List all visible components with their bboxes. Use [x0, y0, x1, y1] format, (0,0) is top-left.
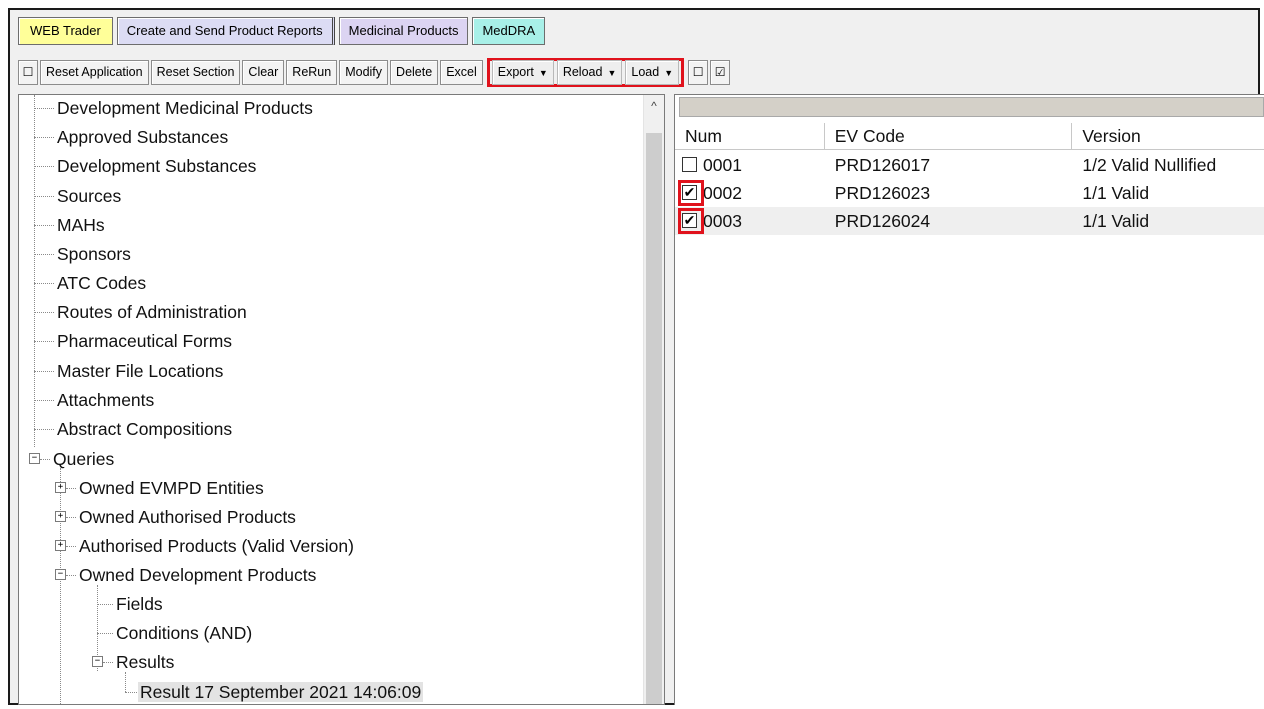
modify-button[interactable]: Modify: [339, 59, 389, 85]
tab-web-trader[interactable]: WEB Trader: [18, 17, 113, 45]
tree-item-owned-evmpd-entities[interactable]: Owned EVMPD Entities: [77, 477, 266, 499]
table-row[interactable]: ✔ 0002 PRD126023 1/1 Valid: [675, 179, 1264, 207]
collapse-icon[interactable]: −: [29, 453, 40, 464]
rerun-button[interactable]: ReRun: [286, 59, 338, 85]
grid-header-row: Num EV Code Version: [675, 123, 1264, 150]
tree-item-pharmaceutical-forms[interactable]: Pharmaceutical Forms: [55, 330, 234, 352]
tree-item-sources[interactable]: Sources: [55, 185, 123, 207]
load-dropdown[interactable]: Load ▼: [625, 59, 680, 85]
export-dropdown[interactable]: Export ▼: [491, 59, 554, 85]
expand-icon[interactable]: +: [55, 482, 66, 493]
tree-item-result-selected[interactable]: Result 17 September 2021 14:06:09: [138, 681, 424, 703]
chevron-down-icon: ▼: [664, 67, 674, 78]
tab-medicinal-products[interactable]: Medicinal Products: [338, 17, 469, 45]
collapse-icon[interactable]: −: [55, 569, 66, 580]
tree-item-development-substances[interactable]: Development Substances: [55, 155, 258, 177]
tree-item-development-medicinal-products[interactable]: Development Medicinal Products: [55, 97, 315, 119]
column-header-num[interactable]: Num: [675, 123, 825, 149]
navigation-tree: Development Medicinal Products Approved …: [18, 94, 665, 705]
tree-connector: [34, 95, 35, 447]
uncheck-all-button[interactable]: ☐: [688, 59, 709, 85]
tree-item-conditions-and[interactable]: Conditions (AND): [114, 622, 254, 644]
num-cell: 0001: [675, 151, 825, 179]
ev-code-cell: PRD126024: [834, 211, 931, 231]
row-checkbox[interactable]: ✔: [682, 185, 697, 200]
results-grid: Num EV Code Version 0001 PRD126017 1/2 V…: [674, 94, 1264, 705]
delete-button[interactable]: Delete: [390, 59, 439, 85]
num-value: 0003: [703, 211, 742, 231]
tree-item-atc-codes[interactable]: ATC Codes: [55, 272, 148, 294]
toggle-panel-button[interactable]: ☐: [18, 59, 38, 85]
expand-icon[interactable]: +: [55, 540, 66, 551]
tree-connector: [125, 672, 126, 692]
highlighted-menu-group: Export ▼ Reload ▼ Load ▼: [486, 57, 685, 87]
table-row[interactable]: ✔ 0003 PRD126024 1/1 Valid: [675, 207, 1264, 235]
num-cell: ✔ 0003: [675, 207, 825, 235]
version-cell: 1/1 Valid: [1082, 211, 1150, 231]
scroll-up-icon[interactable]: ^: [644, 99, 664, 113]
chevron-down-icon: ▼: [538, 67, 548, 78]
collapse-icon[interactable]: −: [92, 656, 103, 667]
reload-dropdown[interactable]: Reload ▼: [556, 59, 623, 85]
tree-item-attachments[interactable]: Attachments: [55, 389, 156, 411]
column-header-ev-code[interactable]: EV Code: [825, 123, 1073, 149]
tree-item-master-file-locations[interactable]: Master File Locations: [55, 360, 225, 382]
tree-item-queries[interactable]: Queries: [51, 448, 116, 470]
reset-section-button[interactable]: Reset Section: [150, 59, 241, 85]
version-cell: 1/2 Valid Nullified: [1082, 155, 1217, 175]
column-header-version[interactable]: Version: [1072, 123, 1264, 149]
expand-icon[interactable]: +: [55, 511, 66, 522]
num-cell: ✔ 0002: [675, 179, 825, 207]
tree-item-owned-development-products[interactable]: Owned Development Products: [77, 564, 318, 586]
ev-code-cell: PRD126017: [834, 155, 931, 175]
check-all-button[interactable]: ☑: [710, 59, 731, 85]
tree-item-owned-authorised-products[interactable]: Owned Authorised Products: [77, 506, 298, 528]
grid-title-bar: [679, 97, 1264, 117]
tree-item-sponsors[interactable]: Sponsors: [55, 243, 133, 265]
reload-label: Reload: [562, 64, 603, 79]
tree-item-mahs[interactable]: MAHs: [55, 214, 107, 236]
toolbar: ☐ Reset Application Reset Section Clear …: [18, 57, 731, 87]
tab-create-send-reports[interactable]: Create and Send Product Reports: [116, 17, 335, 45]
chevron-down-icon: ▼: [607, 67, 617, 78]
tree-item-fields[interactable]: Fields: [114, 593, 165, 615]
excel-button[interactable]: Excel: [440, 59, 483, 85]
tree-item-abstract-compositions[interactable]: Abstract Compositions: [55, 418, 234, 440]
row-checkbox[interactable]: [682, 157, 697, 172]
row-checkbox[interactable]: ✔: [682, 213, 697, 228]
version-cell: 1/1 Valid: [1082, 183, 1150, 203]
tree-scrollbar[interactable]: ^: [643, 95, 664, 704]
table-row[interactable]: 0001 PRD126017 1/2 Valid Nullified: [675, 151, 1264, 179]
num-value: 0002: [703, 183, 742, 203]
num-value: 0001: [703, 155, 742, 175]
tree-item-routes-of-administration[interactable]: Routes of Administration: [55, 301, 249, 323]
clear-button[interactable]: Clear: [242, 59, 285, 85]
ev-code-cell: PRD126023: [834, 183, 931, 203]
load-label: Load: [631, 64, 660, 79]
scrollbar-thumb[interactable]: [646, 133, 662, 704]
tree-item-authorised-products-valid-version[interactable]: Authorised Products (Valid Version): [77, 535, 356, 557]
tree-item-results[interactable]: Results: [114, 651, 176, 673]
tree-connector: [60, 468, 61, 704]
app-tab-bar: WEB Trader Create and Send Product Repor…: [18, 17, 546, 45]
export-label: Export: [497, 64, 534, 79]
reset-application-button[interactable]: Reset Application: [40, 59, 149, 85]
tab-meddra[interactable]: MedDRA: [472, 17, 546, 45]
tree-item-approved-substances[interactable]: Approved Substances: [55, 126, 230, 148]
